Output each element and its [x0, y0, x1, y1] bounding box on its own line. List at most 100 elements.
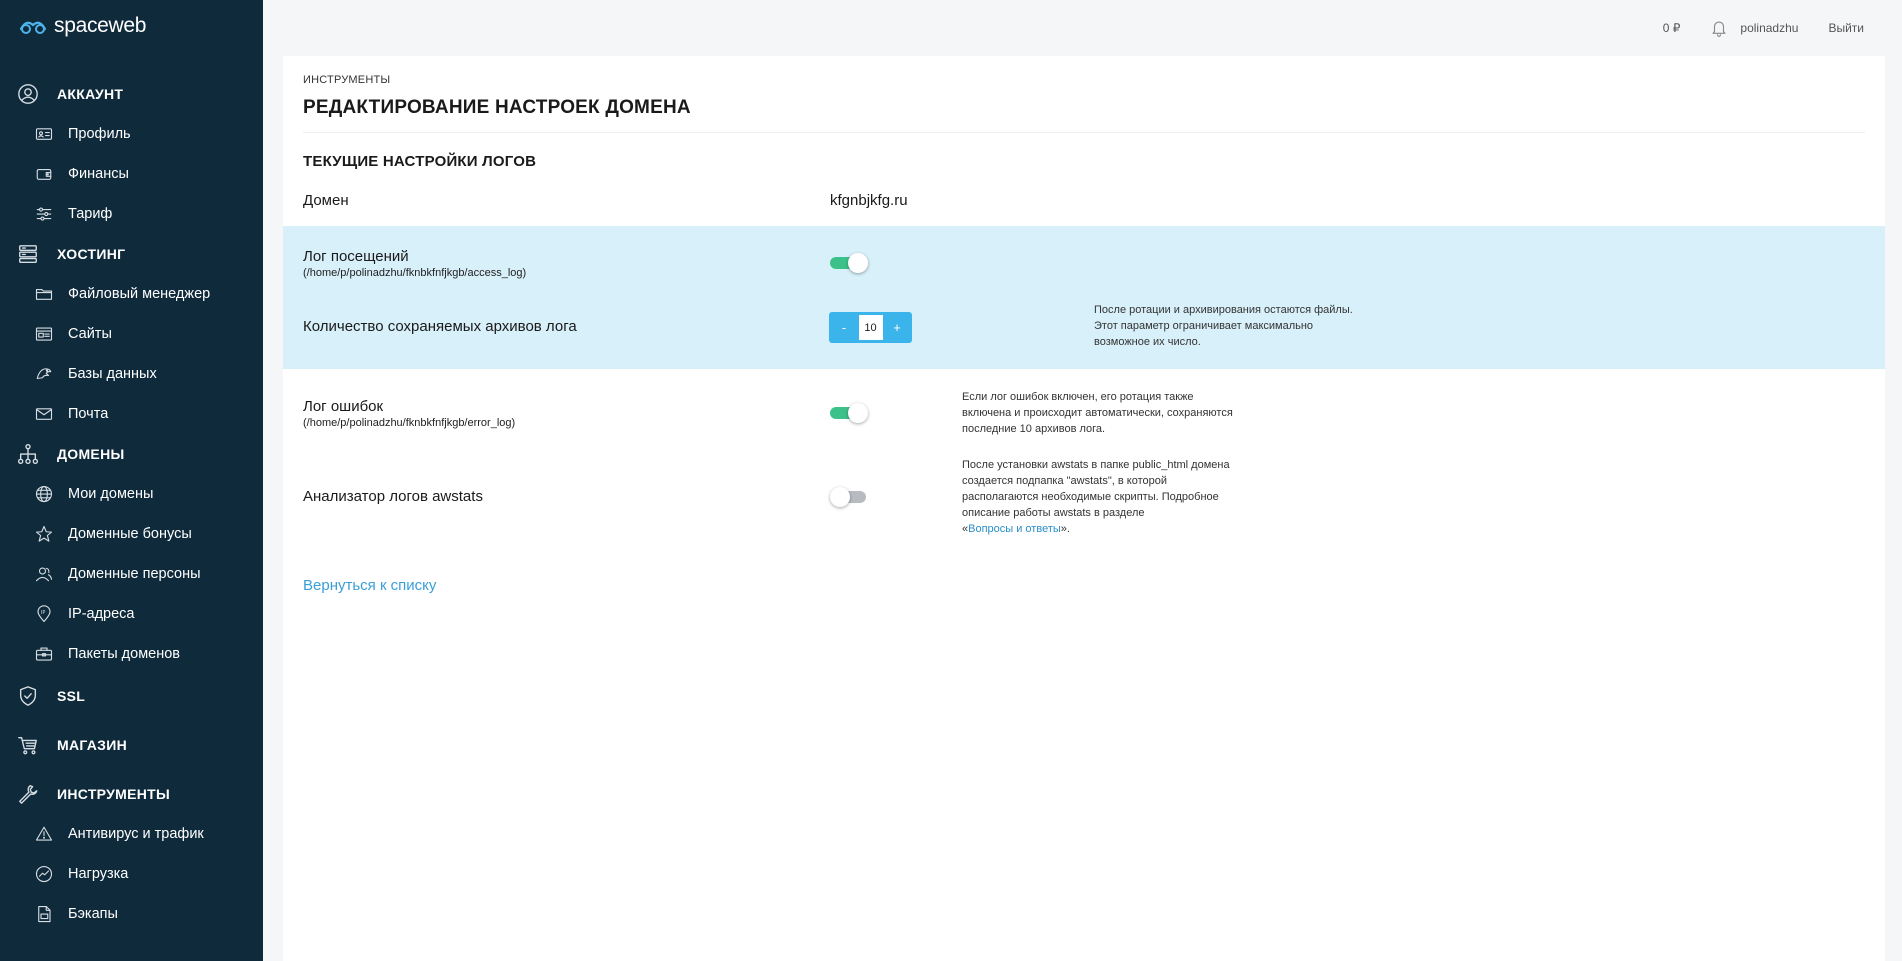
note-line: включена и происходит автоматически, сох… — [962, 407, 1233, 419]
sidebar-item-label: Доменные бонусы — [68, 526, 192, 542]
quote-close: ». — [1060, 523, 1070, 535]
error-log-note: Если лог ошибок включен, его ротация так… — [962, 389, 1233, 437]
access-log-path: (/home/p/polinadzhu/fknbkfnfjkgb/access_… — [303, 267, 527, 279]
sidebar-item-backups[interactable]: Бэкапы — [0, 894, 263, 934]
sidebar-section-label: ДОМЕНЫ — [57, 446, 125, 462]
balance[interactable]: 0 ₽ — [1663, 21, 1681, 35]
username[interactable]: polinadzhu — [1740, 21, 1798, 35]
sidebar-item-tariff[interactable]: Тариф — [0, 194, 263, 234]
sidebar: spaceweb АККАУНТ Профиль Финансы Тариф Х… — [0, 0, 263, 961]
archives-count-input[interactable]: 10 — [858, 315, 883, 340]
sidebar-item-profile[interactable]: Профиль — [0, 114, 263, 154]
document-icon — [35, 905, 53, 923]
users-icon — [35, 565, 53, 583]
domain-label: Домен — [303, 192, 349, 209]
note-line: «Вопросы и ответы». — [962, 521, 1230, 537]
spaceweb-logo-icon — [19, 21, 47, 34]
note-line: После установки awstats в папке public_h… — [962, 459, 1230, 471]
sidebar-item-label: Бэкапы — [68, 906, 118, 922]
sidebar-item-label: Сайты — [68, 326, 112, 342]
database-icon — [35, 365, 53, 383]
bell-icon[interactable] — [1710, 19, 1728, 37]
gauge-icon — [35, 865, 53, 883]
sidebar-section-shop[interactable]: МАГАЗИН — [0, 725, 263, 765]
note-line: создается подпапка "awstats", в которой — [962, 475, 1167, 487]
page-title: РЕДАКТИРОВАНИЕ НАСТРОЕК ДОМЕНА — [303, 97, 691, 118]
sidebar-section-ssl[interactable]: SSL — [0, 676, 263, 716]
note-line: последние 10 архивов лога. — [962, 423, 1106, 435]
svg-text:IP: IP — [41, 610, 45, 616]
sidebar-section-tools[interactable]: ИНСТРУМЕНТЫ — [0, 774, 263, 814]
faq-link[interactable]: Вопросы и ответы — [968, 523, 1061, 535]
warning-triangle-icon — [35, 825, 53, 843]
cart-icon — [17, 734, 39, 756]
error-log-label: Лог ошибок — [303, 398, 384, 415]
wallet-icon — [35, 165, 53, 183]
sidebar-item-label: Тариф — [68, 206, 113, 222]
breadcrumb[interactable]: ИНСТРУМЕНТЫ — [303, 74, 390, 86]
user-circle-icon — [17, 83, 39, 105]
note-line: После ротации и архивирования остаются ф… — [1094, 304, 1353, 316]
sidebar-item-load[interactable]: Нагрузка — [0, 854, 263, 894]
server-icon — [17, 243, 39, 265]
sidebar-item-databases[interactable]: Базы данных — [0, 354, 263, 394]
divider — [303, 132, 1865, 133]
topbar: 0 ₽ polinadzhu Выйти — [263, 0, 1902, 56]
sidebar-item-label: Почта — [68, 406, 109, 422]
location-pin-icon: IP — [35, 605, 53, 623]
sidebar-item-my-domains[interactable]: Мои домены — [0, 474, 263, 514]
domain-value: kfgnbjkfg.ru — [830, 192, 908, 209]
decrement-button[interactable]: - — [832, 320, 856, 335]
sidebar-section-label: МАГАЗИН — [57, 737, 127, 753]
sidebar-item-label: Нагрузка — [68, 866, 129, 882]
sidebar-section-label: ИНСТРУМЕНТЫ — [57, 786, 171, 802]
awstats-label: Анализатор логов awstats — [303, 488, 483, 505]
archives-stepper[interactable]: - 10 + — [829, 312, 912, 343]
sidebar-item-domain-bonuses[interactable]: Доменные бонусы — [0, 514, 263, 554]
archives-note: После ротации и архивирования остаются ф… — [1094, 302, 1353, 350]
error-log-toggle[interactable] — [830, 403, 868, 423]
sidebar-item-label: IP-адреса — [68, 606, 135, 622]
sidebar-item-ip-addresses[interactable]: IP IP-адреса — [0, 594, 263, 634]
star-icon — [35, 525, 53, 543]
increment-button[interactable]: + — [885, 320, 909, 335]
sidebar-section-label: АККАУНТ — [57, 86, 124, 102]
awstats-toggle[interactable] — [830, 487, 868, 507]
note-line: описание работы awstats в разделе — [962, 507, 1145, 519]
sidebar-item-finance[interactable]: Финансы — [0, 154, 263, 194]
sidebar-item-label: Файловый менеджер — [68, 286, 211, 302]
back-to-list-link[interactable]: Вернуться к списку — [303, 577, 436, 594]
envelope-icon — [35, 405, 53, 423]
sidebar-section-hosting[interactable]: ХОСТИНГ — [0, 234, 263, 274]
sidebar-item-domain-packages[interactable]: Пакеты доменов — [0, 634, 263, 674]
access-log-toggle[interactable] — [830, 253, 868, 273]
sidebar-item-antivirus[interactable]: Антивирус и трафик — [0, 814, 263, 854]
logout-link[interactable]: Выйти — [1828, 21, 1864, 35]
shield-check-icon — [17, 685, 39, 707]
sidebar-item-label: Финансы — [68, 166, 129, 182]
sidebar-item-file-manager[interactable]: Файловый менеджер — [0, 274, 263, 314]
wrench-icon — [17, 783, 39, 805]
sliders-icon — [35, 205, 53, 223]
awstats-note: После установки awstats в папке public_h… — [962, 457, 1230, 537]
note-line: Если лог ошибок включен, его ротация так… — [962, 391, 1194, 403]
note-line: Этот параметр ограничивает максимально — [1094, 320, 1314, 332]
note-line: возможное их число. — [1094, 336, 1201, 348]
sidebar-item-label: Профиль — [68, 126, 131, 142]
sidebar-item-sites[interactable]: Сайты — [0, 314, 263, 354]
brand-logo[interactable]: spaceweb — [18, 14, 146, 38]
toggle-knob — [830, 487, 850, 507]
sidebar-item-mail[interactable]: Почта — [0, 394, 263, 434]
sidebar-item-label: Базы данных — [68, 366, 157, 382]
toggle-knob — [848, 403, 868, 423]
sitemap-icon — [17, 443, 39, 465]
sidebar-section-account[interactable]: АККАУНТ — [0, 74, 263, 114]
access-log-panel — [283, 226, 1885, 369]
note-line: располагаются необходимые скрипты. Подро… — [962, 491, 1219, 503]
sidebar-section-domains[interactable]: ДОМЕНЫ — [0, 434, 263, 474]
access-log-label: Лог посещений — [303, 248, 409, 265]
sidebar-nav: АККАУНТ Профиль Финансы Тариф ХОСТИНГ Фа… — [0, 74, 263, 934]
sidebar-item-domain-persons[interactable]: Доменные персоны — [0, 554, 263, 594]
sidebar-item-label: Пакеты доменов — [68, 646, 180, 662]
folder-icon — [35, 285, 53, 303]
